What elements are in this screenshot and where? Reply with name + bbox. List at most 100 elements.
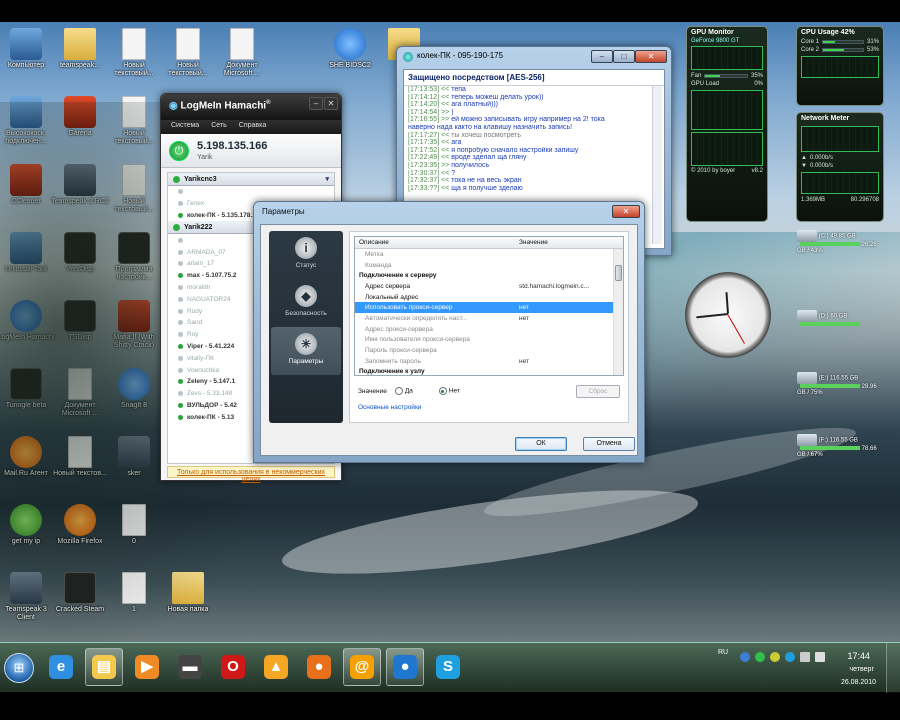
radio-no[interactable]: [438, 387, 447, 395]
desktop-icon[interactable]: SHE BIDSC2: [321, 28, 379, 70]
clock-time[interactable]: 17:44: [847, 651, 870, 661]
menu-system[interactable]: Система: [171, 122, 199, 132]
maximize-button[interactable]: □: [613, 50, 635, 63]
option-yes[interactable]: Да: [394, 387, 413, 395]
gpu-monitor-gadget[interactable]: GPU Monitor GeForce 9800 GT Fan 35% GPU L…: [686, 26, 768, 222]
gpu-tool-icon[interactable]: ▬: [171, 648, 209, 686]
desktop-icon[interactable]: Mozilla Firefox: [51, 504, 109, 546]
desktop-icon[interactable]: sker: [105, 436, 163, 478]
explorer-folder-icon[interactable]: ▤: [85, 648, 123, 686]
desktop-icon[interactable]: Новая папка: [159, 572, 217, 614]
option-no[interactable]: Нет: [438, 387, 460, 395]
desktop-icon[interactable]: Uninstall Tool: [0, 232, 55, 274]
desktop-icon[interactable]: Teamspeak 2 RC2: [51, 164, 109, 206]
desktop-icon[interactable]: VentDisp: [51, 232, 109, 274]
volume-icon[interactable]: [815, 652, 825, 662]
basic-settings-link[interactable]: Основные настройки: [358, 404, 421, 411]
power-icon[interactable]: ⏻: [169, 141, 189, 161]
ok-button[interactable]: ОК: [515, 437, 567, 451]
close-button[interactable]: ✕: [324, 97, 338, 110]
desktop-icon[interactable]: LogMeIn Hamachi: [0, 300, 55, 342]
network-group[interactable]: Yarikcnc3 ▾: [168, 173, 334, 186]
desktop-icon[interactable]: Новый текстов...: [51, 436, 109, 478]
drive-c[interactable]: (C:) 49.85 GB 26.28 GB / 43%: [797, 230, 887, 254]
noncommercial-link[interactable]: Только для использования в некоммерчески…: [167, 466, 335, 483]
desktop-icon[interactable]: Garena: [51, 96, 109, 138]
minimize-button[interactable]: –: [309, 97, 323, 110]
settings-row[interactable]: Локальный адрес: [355, 292, 623, 303]
media-player-icon[interactable]: ▶: [128, 648, 166, 686]
desktop-icon[interactable]: Компьютер: [0, 28, 55, 70]
settings-scrollbar[interactable]: [613, 249, 623, 375]
aimp-icon[interactable]: ▲: [257, 648, 295, 686]
settings-row[interactable]: Метка: [355, 249, 623, 260]
settings-row[interactable]: Адрес сервера std.hamachi.logmein.c...: [355, 281, 623, 292]
agent-tray-icon[interactable]: [770, 652, 780, 662]
desktop-icon[interactable]: Mafia II (With Shitty Crack): [105, 300, 163, 350]
firefox-icon[interactable]: ●: [300, 648, 338, 686]
menu-help[interactable]: Справка: [239, 122, 266, 132]
drive-e[interactable]: (E:) 116.55 GB 28.96 GB / 75%: [797, 372, 887, 396]
desktop-icon[interactable]: Новый текстовый...: [159, 28, 217, 78]
desktop-icon[interactable]: Cracked Steam: [51, 572, 109, 614]
settings-row[interactable]: Команда: [355, 260, 623, 271]
chat-scrollbar[interactable]: [652, 86, 662, 244]
peer-item[interactable]: [168, 186, 334, 198]
desktop-icon[interactable]: Новый текстовый...: [105, 96, 163, 146]
desktop-icon[interactable]: Tunngle beta: [0, 368, 55, 410]
minimize-button[interactable]: –: [591, 50, 613, 63]
skype-tray-icon[interactable]: [785, 652, 795, 662]
settings-nav-status[interactable]: i Статус: [269, 231, 343, 279]
desktop-icon[interactable]: Программа настройк...: [105, 232, 163, 282]
desktop-icon[interactable]: Документ Microsoft ...: [51, 368, 109, 418]
scroll-thumb[interactable]: [615, 265, 622, 281]
desktop-icon[interactable]: Новый текстовый...: [105, 28, 163, 78]
desktop-icon[interactable]: Teamspeak 3 Client: [0, 572, 55, 622]
col-value[interactable]: Значение: [515, 237, 552, 248]
network-tray-icon[interactable]: [800, 652, 810, 662]
reset-button[interactable]: Сброс: [576, 384, 620, 398]
settings-section-row[interactable]: Подключение к узлу: [355, 367, 623, 375]
cancel-button[interactable]: Отмена: [583, 437, 635, 451]
desktop-icon[interactable]: CCleaner: [0, 164, 55, 206]
close-button[interactable]: ✕: [612, 205, 640, 218]
settings-nav-security[interactable]: ◆ Безопасность: [269, 279, 343, 327]
desktop-icon[interactable]: 0: [105, 504, 163, 546]
internet-explorer-icon[interactable]: e: [42, 648, 80, 686]
hamachi-icon[interactable]: ●: [386, 648, 424, 686]
skype-icon[interactable]: S: [429, 648, 467, 686]
desktop-icon[interactable]: TSDisp: [51, 300, 109, 342]
desktop-icon[interactable]: SnagIt 8: [105, 368, 163, 410]
settings-nav-parameters[interactable]: ✳ Параметры: [271, 327, 341, 375]
start-button[interactable]: ⊞: [4, 653, 34, 683]
settings-row[interactable]: Автоматически определять наст... нет: [355, 313, 623, 324]
desktop-icon[interactable]: teamspeak...: [51, 28, 109, 70]
globe-icon[interactable]: [740, 652, 750, 662]
settings-row[interactable]: Адрес прокси-сервера: [355, 324, 623, 335]
desktop-icon[interactable]: Mail.Ru Агент: [0, 436, 55, 478]
drive-d[interactable]: (D:) 60 GB: [797, 310, 887, 328]
clock-gadget[interactable]: [685, 272, 771, 358]
desktop-icon[interactable]: Документ Microsoft ...: [213, 28, 271, 78]
cpu-usage-gadget[interactable]: CPU Usage 42% Core 1 31% Core 2 53%: [796, 26, 884, 106]
settings-dialog[interactable]: Параметры ✕ i Статус ◆ Безопасность ✳ Парамет…: [253, 201, 645, 463]
desktop-icon[interactable]: 1: [105, 572, 163, 614]
col-description[interactable]: Описание: [355, 237, 515, 248]
desktop-icon[interactable]: Высококоск. подключен...: [0, 96, 55, 146]
hamachi-tray-icon[interactable]: [755, 652, 765, 662]
network-meter-gadget[interactable]: Network Meter ▲ 0.000b/s ▼ 0.000b/s 1.369M…: [796, 112, 884, 222]
drive-f[interactable]: (F:) 116.55 GB 78.66 GB / 67%: [797, 434, 887, 458]
close-button[interactable]: ✕: [635, 50, 667, 63]
opera-icon[interactable]: O: [214, 648, 252, 686]
radio-yes[interactable]: [394, 387, 403, 395]
settings-row[interactable]: Запомнить пароль нет: [355, 356, 623, 367]
chevron-down-icon[interactable]: ▾: [325, 175, 329, 183]
settings-row[interactable]: Пароль прокси-сервера: [355, 345, 623, 356]
show-desktop-button[interactable]: [886, 643, 900, 693]
desktop-icon[interactable]: get my ip: [0, 504, 55, 546]
desktop-icon[interactable]: Новый текстовый...: [105, 164, 163, 214]
mailru-agent-icon[interactable]: @: [343, 648, 381, 686]
menu-network[interactable]: Сеть: [211, 122, 227, 132]
settings-row[interactable]: Имя пользователя прокси-сервера: [355, 335, 623, 346]
language-indicator[interactable]: RU: [718, 649, 728, 656]
